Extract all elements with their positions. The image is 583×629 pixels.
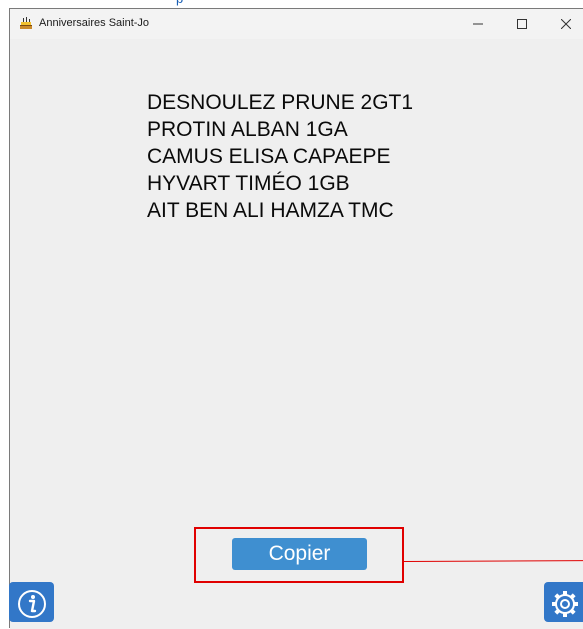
settings-button[interactable]	[544, 582, 583, 622]
list-item: AIT BEN ALI HAMZA TMC	[147, 199, 394, 222]
app-window: Anniversaires Saint-Jo DESNOULEZ PRUNE 2…	[9, 8, 583, 629]
title-bar[interactable]: Anniversaires Saint-Jo	[10, 9, 583, 39]
list-item: DESNOULEZ PRUNE 2GT1	[147, 91, 414, 114]
close-button[interactable]	[544, 9, 583, 39]
background-link-text: p	[176, 0, 183, 6]
list-item: CAMUS ELISA CAPAEPE	[147, 145, 391, 168]
info-button[interactable]	[9, 582, 54, 622]
cake-icon	[19, 16, 33, 30]
list-item: HYVART TIMÉO 1GB	[147, 172, 350, 195]
birthday-list: DESNOULEZ PRUNE 2GT1 PROTIN ALBAN 1GA CA…	[147, 89, 413, 224]
window-content: DESNOULEZ PRUNE 2GT1 PROTIN ALBAN 1GA CA…	[10, 39, 583, 629]
info-icon	[18, 590, 46, 618]
minimize-button[interactable]	[456, 9, 500, 39]
maximize-button[interactable]	[500, 9, 544, 39]
gear-icon	[552, 591, 578, 617]
window-title: Anniversaires Saint-Jo	[39, 17, 150, 29]
background-strip: p	[0, 0, 583, 8]
copy-button[interactable]: Copier	[232, 538, 367, 570]
minimize-icon	[473, 23, 483, 25]
close-icon	[561, 19, 571, 29]
list-item: PROTIN ALBAN 1GA	[147, 118, 348, 141]
maximize-icon	[517, 19, 527, 29]
